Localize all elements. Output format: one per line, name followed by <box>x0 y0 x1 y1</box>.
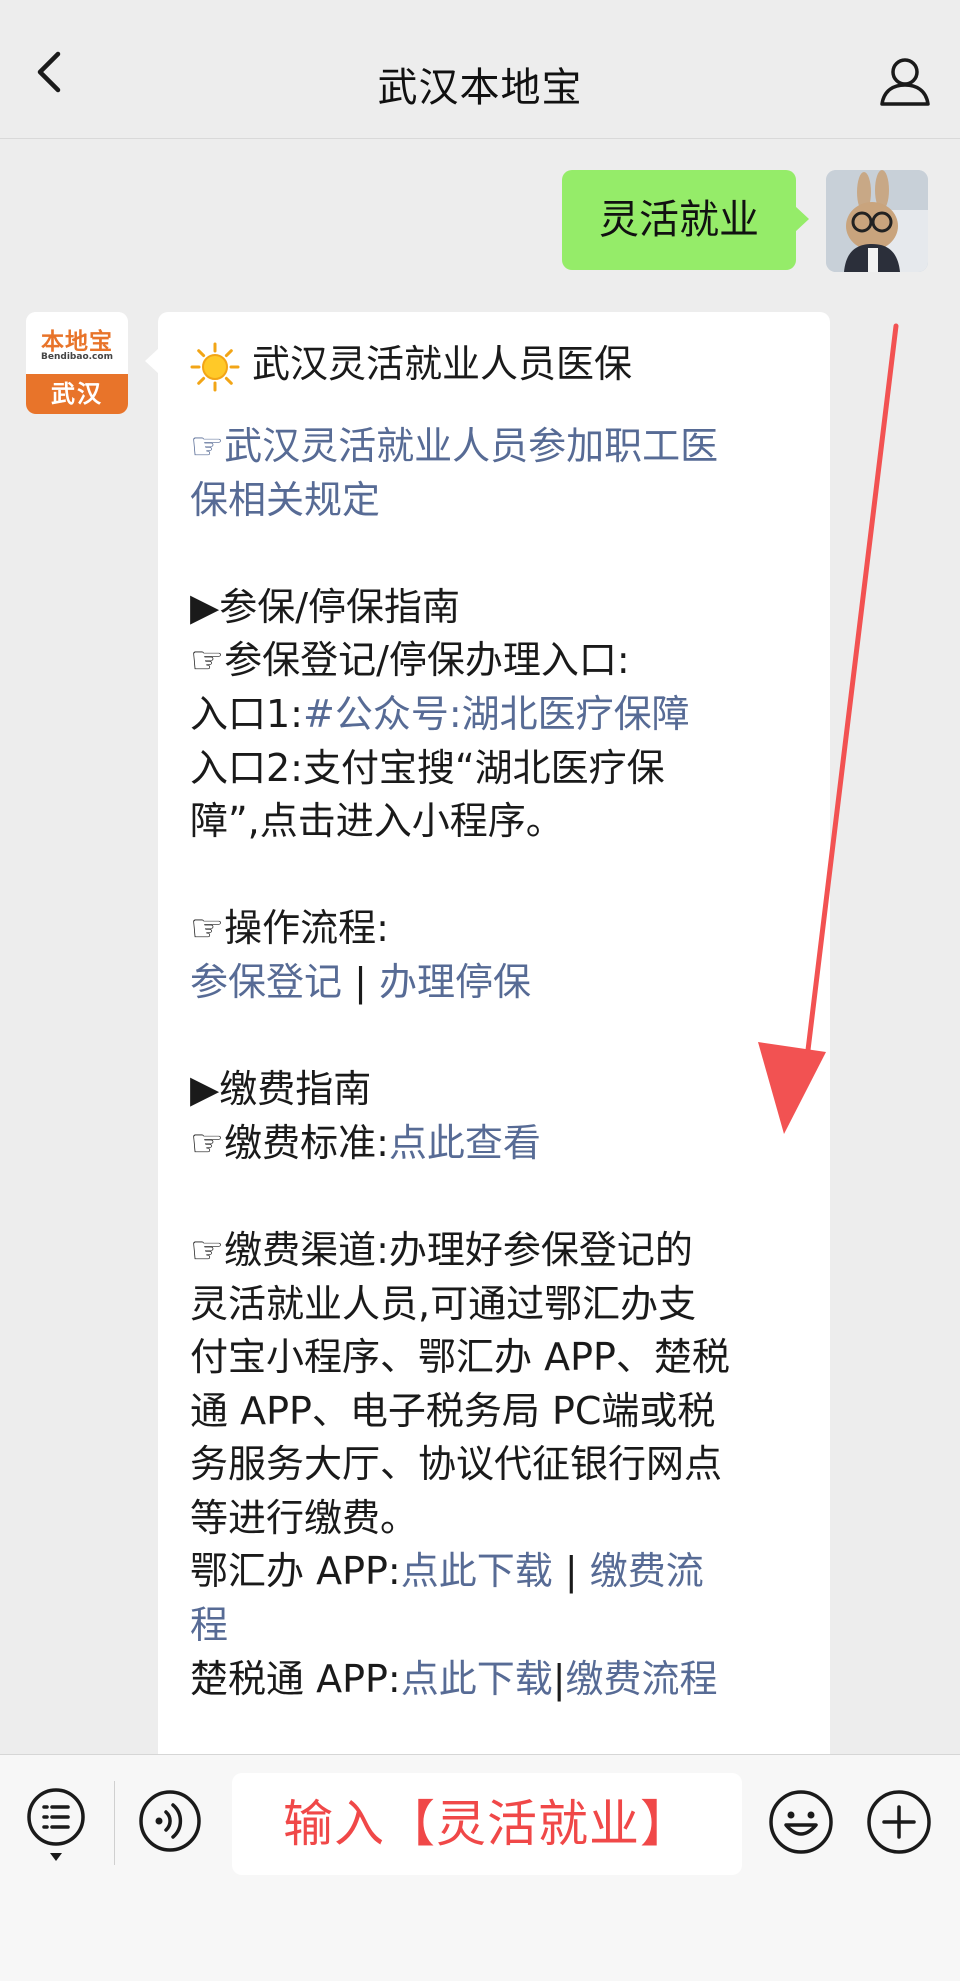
channel-line-4: 通 APP、电子税务局 PC端或税 <box>190 1388 716 1433</box>
sun-icon <box>190 342 240 391</box>
standard-line: ☞缴费标准:点此查看 <box>190 1117 810 1171</box>
standard-label: ☞缴费标准: <box>190 1120 389 1165</box>
entry-2-line-2: 障”,点击进入小程序。 <box>190 799 564 844</box>
user-message-bubble[interactable]: 灵活就业 <box>562 170 809 270</box>
section-title-enroll: ▶参保/停保指南 <box>190 584 461 629</box>
bot-avatar-logo: 本地宝 <box>41 329 113 355</box>
flow-separator: | <box>342 959 379 1004</box>
bar-divider <box>114 1781 115 1865</box>
user-avatar[interactable] <box>826 170 928 272</box>
person-icon[interactable] <box>876 52 934 110</box>
channel-line-3: 付宝小程序、鄂汇办 APP、楚税 <box>190 1335 730 1380</box>
flow-label: ☞操作流程: <box>190 906 389 951</box>
ehb-flow-link-continued[interactable]: 程 <box>190 1599 810 1653</box>
bot-avatar-logo-area: 本地宝 Bendibao.com <box>26 312 128 374</box>
bot-avatar[interactable]: 本地宝 Bendibao.com 武汉 <box>26 312 128 414</box>
bot-message-content: 武汉灵活就业人员医保 ☞武汉灵活就业人员参加职工医 保相关规定 ▶参保/停保指南… <box>190 334 810 1706</box>
ehb-separator: | <box>552 1549 590 1594</box>
cst-app-line: 楚税通 APP:点此下载|缴费流程 <box>190 1653 810 1707</box>
enroll-register-link[interactable]: 参保登记 <box>190 960 342 1004</box>
rabbit-avatar-image <box>826 170 928 272</box>
smiley-icon[interactable] <box>768 1789 834 1855</box>
flow-links-line: 参保登记 | 办理停保 <box>190 956 810 1010</box>
ehb-flow-link[interactable]: 缴费流 <box>590 1549 704 1593</box>
bot-avatar-city: 武汉 <box>26 374 128 414</box>
intro-link-line-1[interactable]: ☞武汉灵活就业人员参加职工医 <box>190 420 810 474</box>
cst-separator: | <box>552 1656 566 1701</box>
entry-1-line: 入口1:#公众号:湖北医疗保障 <box>190 688 810 742</box>
channel-line-2: 灵活就业人员,可通过鄂汇办支 <box>190 1281 697 1326</box>
channel-line-1: ☞缴费渠道:办理好参保登记的 <box>190 1227 693 1272</box>
standard-view-link[interactable]: 点此查看 <box>389 1121 541 1165</box>
entry-label: ☞参保登记/停保办理入口: <box>190 638 630 683</box>
plus-circle-icon[interactable] <box>866 1789 932 1855</box>
section-title-payment: ▶缴费指南 <box>190 1067 372 1112</box>
message-heading: 武汉灵活就业人员医保 <box>252 342 633 386</box>
list-menu-icon[interactable] <box>24 1785 88 1865</box>
cst-download-link[interactable]: 点此下载 <box>401 1657 553 1701</box>
bot-avatar-url: Bendibao.com <box>41 352 113 362</box>
cst-flow-link[interactable]: 缴费流程 <box>566 1657 718 1701</box>
message-input[interactable]: 输入【灵活就业】 <box>232 1773 742 1875</box>
chat-title: 武汉本地宝 <box>377 65 583 111</box>
entry-2-line-1: 入口2:支付宝搜“湖北医疗保 <box>190 745 665 790</box>
ehb-app-line: 鄂汇办 APP:点此下载 | 缴费流 <box>190 1545 810 1599</box>
cst-app-label: 楚税通 APP: <box>190 1656 401 1701</box>
ehb-download-link[interactable]: 点此下载 <box>401 1549 553 1593</box>
entry-1-link[interactable]: #公众号:湖北医疗保障 <box>303 692 690 736</box>
channel-line-5: 务服务大厅、协议代征银行网点 <box>190 1442 723 1487</box>
chat-header: 武汉本地宝 <box>0 0 960 139</box>
bot-message-bubble: 武汉灵活就业人员医保 ☞武汉灵活就业人员参加职工医 保相关规定 ▶参保/停保指南… <box>145 312 830 1772</box>
chat-input-bar: 输入【灵活就业】 <box>0 1754 960 1981</box>
entry-1-prefix: 入口1: <box>190 691 303 736</box>
channel-line-6: 等进行缴费。 <box>190 1495 419 1540</box>
ehb-app-label: 鄂汇办 APP: <box>190 1549 401 1594</box>
message-heading-row: 武汉灵活就业人员医保 <box>190 334 810 394</box>
voice-icon[interactable] <box>138 1789 202 1853</box>
intro-link-line-2[interactable]: 保相关规定 <box>190 474 810 528</box>
stop-insurance-link[interactable]: 办理停保 <box>379 960 531 1004</box>
